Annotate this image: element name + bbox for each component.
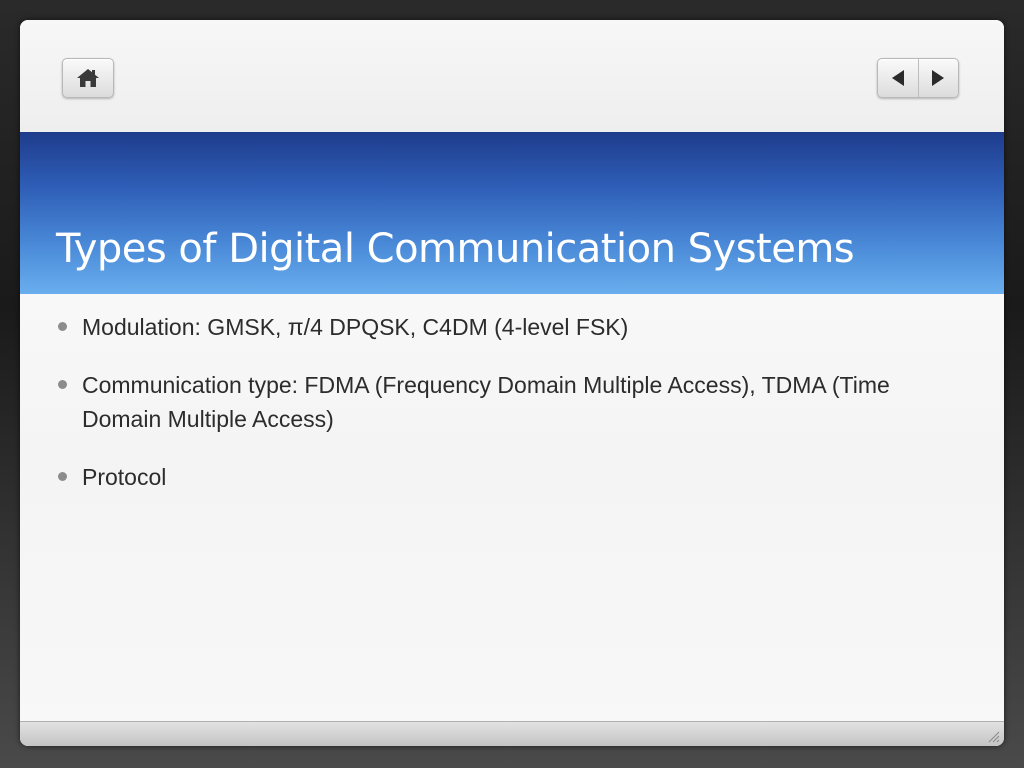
bottom-bar [20,721,1004,746]
bullet-dot [58,380,67,389]
bullet-text: Protocol [82,464,167,490]
bullet-text: Modulation: GMSK, π/4 DPQSK, C4DM (4-lev… [82,314,629,340]
resize-grip-icon[interactable] [986,729,1000,743]
bullet-list: Modulation: GMSK, π/4 DPQSK, C4DM (4-lev… [56,310,956,494]
triangle-left-icon [891,70,904,86]
home-button[interactable] [62,58,114,98]
bullet-item: Modulation: GMSK, π/4 DPQSK, C4DM (4-lev… [56,310,956,344]
home-icon [77,69,99,87]
slide-title: Types of Digital Communication Systems [56,226,855,272]
triangle-right-icon [932,70,945,86]
bullet-text: Communication type: FDMA (Frequency Doma… [82,372,890,432]
slide: Types of Digital Communication Systems M… [20,20,1004,746]
bullet-dot [58,472,67,481]
bullet-dot [58,322,67,331]
previous-slide-button[interactable] [878,59,918,97]
bullet-item: Protocol [56,460,956,494]
slide-content: Modulation: GMSK, π/4 DPQSK, C4DM (4-lev… [56,310,956,518]
top-toolbar [20,20,1004,132]
slide-navigation [877,58,959,98]
next-slide-button[interactable] [919,59,959,97]
bullet-item: Communication type: FDMA (Frequency Doma… [56,368,956,436]
